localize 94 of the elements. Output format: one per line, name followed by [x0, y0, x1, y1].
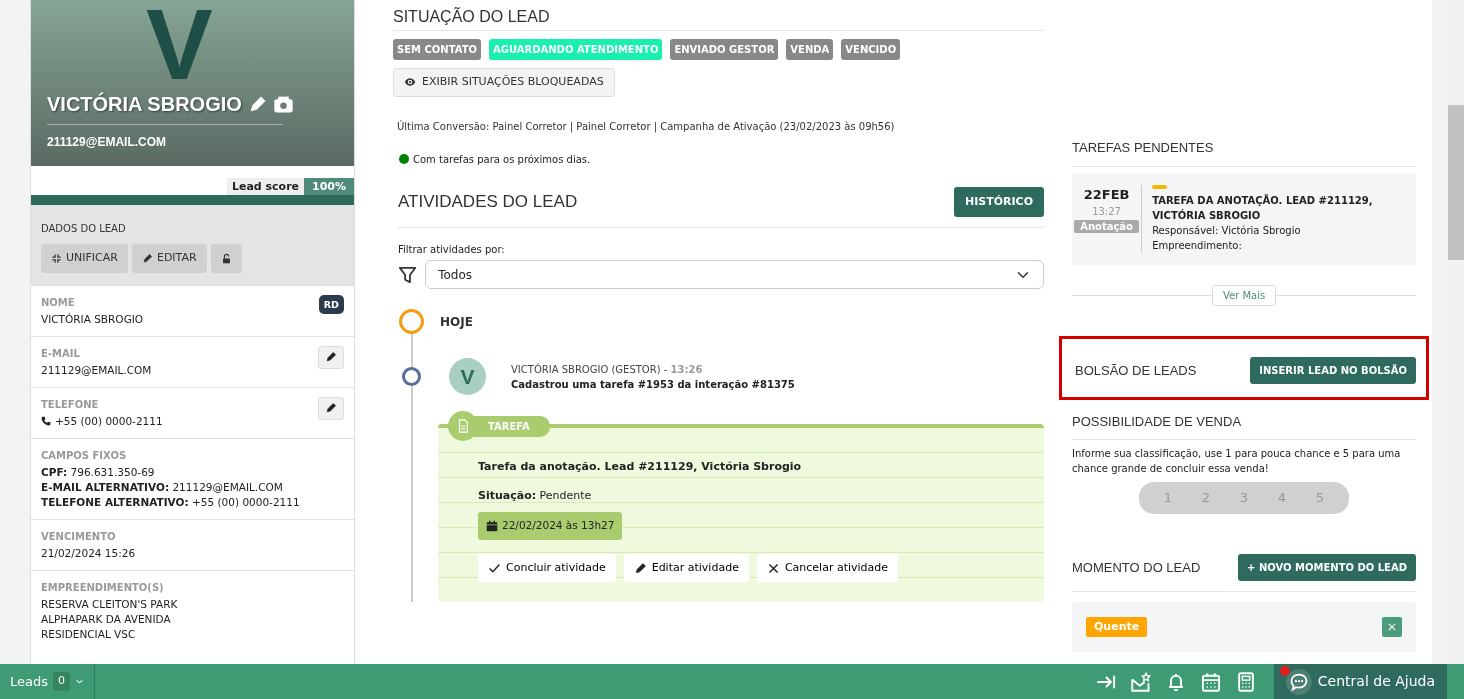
field-label: CAMPOS FIXOS: [41, 448, 128, 463]
field-value: VICTÓRIA SBROGIO: [41, 311, 144, 327]
field-value: RESERVA CLEITON'S PARK: [41, 596, 178, 612]
see-more-button[interactable]: Ver Mais: [1211, 284, 1277, 306]
rating-hint: Informe sua classificação, use 1 para pouca chance e 5 para uma chance grande de concluir essa venda!: [1072, 447, 1402, 476]
task-time: 13:27: [1091, 205, 1122, 219]
camera-icon: [272, 94, 294, 115]
pencil-icon: [325, 351, 337, 363]
show-blocked-button[interactable]: EXIBIR SITUAÇÕES BLOQUEADAS: [393, 68, 615, 97]
new-moment-button[interactable]: + NOVO MOMENTO DO LEAD: [1238, 553, 1416, 581]
document-icon: [456, 419, 470, 433]
lead-name: VICTÓRIA SBROGIO: [47, 93, 242, 116]
status-tag[interactable]: VENCIDO: [841, 39, 901, 60]
avatar-letter: V: [146, 0, 213, 94]
leads-count: 0: [53, 672, 70, 691]
day-label: HOJE: [440, 313, 473, 331]
field-label: NOME: [41, 295, 76, 310]
lead-score-value: 100%: [304, 178, 354, 195]
insert-lead-button[interactable]: INSERIR LEAD NO BOLSÃO: [1250, 356, 1416, 384]
close-icon: [1387, 621, 1397, 632]
avatar: V: [449, 358, 486, 395]
edit-activity-button[interactable]: Editar atividade: [623, 553, 749, 583]
eye-icon: [404, 76, 416, 89]
leads-label: Leads: [10, 672, 48, 691]
scrollbar-thumb[interactable]: [1448, 105, 1464, 260]
lead-email: 211129@EMAIL.COM: [47, 135, 168, 149]
due-date-tag: 22/02/2024 às 13h27: [478, 512, 623, 540]
field-value: 21/02/2024 15:26: [41, 545, 136, 561]
field-value: +55 (00) 0000-2111: [55, 413, 163, 429]
task-type-tag: Anotação: [1074, 220, 1139, 233]
section-title: ATIVIDADES DO LEAD: [398, 191, 578, 212]
timeline-day-marker: [399, 309, 424, 334]
complete-activity-button[interactable]: Concluir atividade: [478, 553, 616, 583]
activity-summary: Cadastrou uma tarefa #1953 da interação #81375: [511, 377, 795, 392]
calendar-icon: [1201, 671, 1222, 692]
task-status-text: Com tarefas para os próximos dias.: [413, 152, 591, 167]
field-value: RESIDENCIAL VSC: [41, 626, 137, 642]
close-icon: [766, 561, 780, 575]
leads-menu[interactable]: Leads 0: [0, 664, 95, 699]
field-label: TELEFONE: [41, 397, 100, 412]
lock-button[interactable]: [210, 244, 242, 273]
task-tag: TAREFA: [472, 415, 550, 437]
chat-icon: [1288, 671, 1309, 692]
field-label: EMPREENDIMENTO(S): [41, 580, 165, 595]
status-tag[interactable]: SEM CONTATO: [393, 39, 481, 60]
task-development: Empreendimento:: [1152, 238, 1243, 253]
field-value: CPF: 796.631.350-69: [41, 464, 156, 480]
help-center-button[interactable]: Central de Ajuda: [1273, 664, 1447, 699]
pencil-icon: [633, 561, 647, 575]
filter-select[interactable]: Todos: [425, 260, 1044, 289]
lead-score-label: Lead score: [226, 178, 304, 195]
field-value: E-MAIL ALTERNATIVO: 211129@EMAIL.COM: [41, 479, 284, 495]
calculator-icon: [1236, 671, 1257, 692]
moment-tag: Quente: [1086, 616, 1148, 637]
timeline-marker: [402, 367, 421, 386]
filter-label: Filtrar atividades por:: [398, 243, 506, 257]
task-day: 22FEB: [1072, 184, 1142, 204]
status-tag[interactable]: ENVIADO GESTOR: [670, 39, 779, 60]
field-value: 211129@EMAIL.COM: [41, 362, 152, 378]
merge-icon: [51, 252, 62, 264]
last-conversion-text: Última Conversão: Painel Corretor | Painel Corretor | Campanha de Ativação (23/02/2023 às 09h56): [397, 119, 896, 134]
check-icon: [488, 561, 501, 575]
edit-field-button[interactable]: [318, 345, 344, 369]
status-tag[interactable]: VENDA: [786, 39, 834, 60]
pencil-icon: [141, 252, 153, 264]
envelope-star-icon: [1131, 671, 1152, 692]
task-responsible: Responsável: Victória Sbrogio: [1152, 223, 1302, 238]
edit-field-button[interactable]: [318, 396, 344, 420]
section-title: BOLSÃO DE LEADS: [1075, 362, 1197, 378]
section-title: MOMENTO DO LEAD: [1072, 559, 1201, 575]
pencil-icon: [325, 402, 337, 414]
merge-button[interactable]: UNIFICAR: [41, 244, 128, 273]
section-title: TAREFAS PENDENTES: [1072, 140, 1214, 155]
calendar-icon: [486, 519, 498, 532]
task-status: Situação: Pendente: [478, 488, 593, 504]
phone-icon: [41, 416, 51, 426]
author-line: VICTÓRIA SBROGIO (GESTOR) - 13:26: [511, 362, 704, 377]
field-label: E-MAIL: [41, 346, 81, 361]
task-title: TAREFA DA ANOTAÇÃO. LEAD #211129, VICTÓRIA SBROGIO: [1152, 193, 1374, 223]
field-value: TELEFONE ALTERNATIVO: +55 (00) 0000-2111: [41, 494, 300, 510]
section-title: DADOS DO LEAD: [41, 222, 127, 236]
task-title: Tarefa da anotação. Lead #211129, Victória Sbrogio: [478, 459, 803, 475]
section-title: SITUAÇÃO DO LEAD: [393, 0, 1044, 31]
section-title: POSSIBILIDADE DE VENDA: [1072, 413, 1242, 429]
filter-icon: [398, 264, 418, 285]
remove-button[interactable]: [1382, 616, 1402, 637]
chevron-down-icon: [75, 677, 84, 686]
field-label: VENCIMENTO: [41, 529, 117, 544]
rd-badge: RD: [318, 294, 344, 314]
field-value: ALPHAPARK DA AVENIDA: [41, 611, 172, 627]
cancel-activity-button[interactable]: Cancelar atividade: [756, 553, 899, 583]
lock-icon: [220, 252, 232, 264]
history-button[interactable]: HISTÓRICO: [953, 186, 1044, 217]
edit-button[interactable]: EDITAR: [131, 244, 207, 273]
